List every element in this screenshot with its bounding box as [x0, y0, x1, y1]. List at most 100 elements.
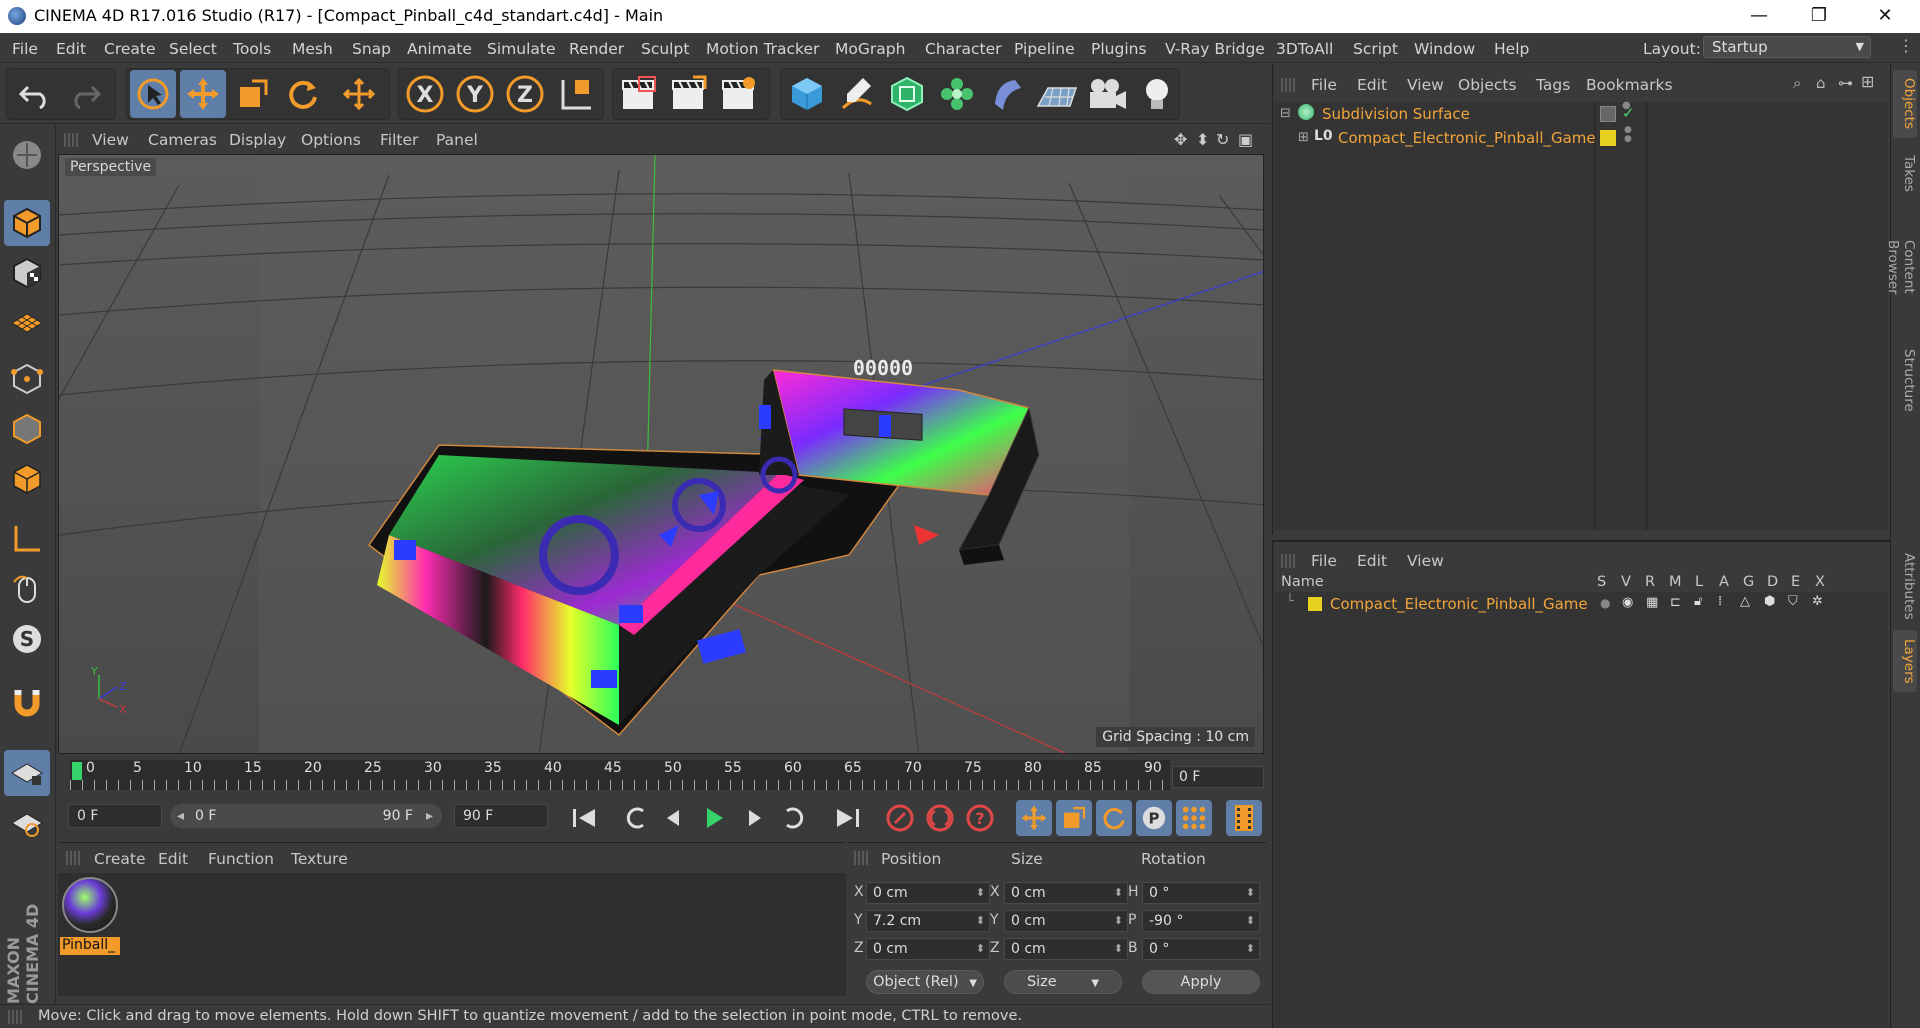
previous-frame-button[interactable]: [656, 800, 692, 836]
material-menu-edit[interactable]: Edit: [158, 850, 188, 868]
tab-structure[interactable]: Structure: [1893, 340, 1917, 420]
layer-column-name[interactable]: Name: [1281, 574, 1324, 590]
layer-column-animation[interactable]: A: [1719, 574, 1729, 590]
menu-mesh[interactable]: Mesh: [292, 40, 333, 58]
viewport-move-icon[interactable]: ✥: [1174, 130, 1187, 149]
menu-tools[interactable]: Tools: [233, 40, 271, 58]
viewport-menu-display[interactable]: Display: [229, 131, 286, 149]
menu-pipeline[interactable]: Pipeline: [1014, 40, 1075, 58]
viewport-maximize-icon[interactable]: ▣: [1238, 130, 1253, 149]
key-scale-button[interactable]: [1056, 800, 1092, 836]
points-mode-button[interactable]: [4, 356, 50, 402]
menu-file[interactable]: File: [12, 40, 38, 58]
viewport-menu-options[interactable]: Options: [301, 131, 361, 149]
current-frame-field[interactable]: 0 F: [1172, 766, 1264, 788]
next-frame-button[interactable]: [736, 800, 772, 836]
menu-edit[interactable]: Edit: [56, 40, 86, 58]
layer-column-deformers[interactable]: D: [1767, 574, 1778, 590]
size-y-field[interactable]: 0 cm: [1004, 910, 1128, 932]
x-axis-button[interactable]: X: [402, 70, 448, 118]
menu-create[interactable]: Create: [104, 40, 156, 58]
pos-x-field[interactable]: 0 cm: [866, 882, 990, 904]
layer-name[interactable]: Compact_Electronic_Pinball_Game: [1330, 595, 1588, 613]
material-item[interactable]: Pinball_: [60, 877, 120, 957]
timeline-window-button[interactable]: [1226, 800, 1262, 836]
layer-column-xref[interactable]: X: [1815, 574, 1825, 590]
make-editable-button[interactable]: [4, 132, 50, 178]
layer-column-generators[interactable]: G: [1743, 574, 1754, 590]
snap-button[interactable]: [4, 680, 50, 726]
lock-icon[interactable]: 🔓︎: [1694, 594, 1702, 609]
menu-snap[interactable]: Snap: [352, 40, 391, 58]
menu-vray-bridge[interactable]: V-Ray Bridge: [1165, 40, 1265, 58]
transform-tool-button[interactable]: [336, 70, 382, 118]
planar-workplane-button[interactable]: [4, 800, 50, 846]
pos-z-field[interactable]: 0 cm: [866, 938, 990, 960]
size-x-field[interactable]: 0 cm: [1004, 882, 1128, 904]
object-row[interactable]: ⊟ Subdivision Surface ✓ ●: [1274, 100, 1888, 126]
scale-tool-button[interactable]: [230, 70, 276, 118]
eye-icon[interactable]: ◉: [1622, 595, 1633, 610]
menu-motion-tracker[interactable]: Motion Tracker: [706, 40, 819, 58]
edges-mode-button[interactable]: [4, 406, 50, 452]
layout-expand-icon[interactable]: ⋮: [1898, 36, 1914, 58]
render-to-picture-viewer-button[interactable]: [666, 70, 712, 118]
menu-sculpt[interactable]: Sculpt: [641, 40, 689, 58]
floor-button[interactable]: [1034, 70, 1080, 118]
objects-menu-objects[interactable]: Objects: [1458, 76, 1517, 94]
undo-button[interactable]: [12, 70, 58, 118]
collapse-icon[interactable]: ⊟: [1280, 106, 1291, 121]
menu-simulate[interactable]: Simulate: [487, 40, 556, 58]
expand-icon[interactable]: ⊞: [1298, 130, 1309, 145]
layer-column-manager[interactable]: M: [1669, 574, 1682, 590]
coordinate-system-button[interactable]: [554, 70, 600, 118]
keyframe-selection-button[interactable]: ?: [962, 800, 998, 836]
home-icon[interactable]: ⌂: [1816, 74, 1826, 92]
minimize-button[interactable]: —: [1736, 0, 1782, 33]
object-name[interactable]: Compact_Electronic_Pinball_Game: [1338, 129, 1596, 147]
layer-column-solo[interactable]: S: [1597, 574, 1606, 590]
layer-row[interactable]: └ Compact_Electronic_Pinball_Game ● ◉ ▦ …: [1274, 594, 1888, 618]
layers-menu-file[interactable]: File: [1311, 552, 1337, 570]
z-axis-button[interactable]: Z: [502, 70, 548, 118]
timeline-ruler[interactable]: 0 5 10 15 20 25 30 35 40 45 50 55 60 65 …: [58, 758, 1266, 792]
animation-icon[interactable]: ⁞: [1718, 594, 1722, 609]
redo-button[interactable]: [62, 70, 108, 118]
render-settings-button[interactable]: [716, 70, 762, 118]
new-panel-icon[interactable]: ⊞: [1861, 72, 1874, 91]
key-parameter-button[interactable]: P: [1136, 800, 1172, 836]
next-key-button[interactable]: [776, 800, 812, 836]
layer-color-swatch[interactable]: [1600, 130, 1616, 146]
objects-menu-view[interactable]: View: [1407, 76, 1444, 94]
rotate-tool-button[interactable]: [280, 70, 326, 118]
layout-dropdown[interactable]: Startup ▼: [1703, 36, 1871, 58]
render-clapper-icon[interactable]: ▦: [1646, 595, 1658, 610]
layer-column-visible[interactable]: V: [1621, 574, 1631, 590]
timeline-playhead[interactable]: [72, 762, 82, 780]
visibility-dot-icon[interactable]: ●: [1622, 100, 1631, 111]
viewport-zoom-icon[interactable]: ⬍: [1196, 130, 1209, 149]
rot-p-field[interactable]: -90 °: [1142, 910, 1260, 932]
menu-select[interactable]: Select: [169, 40, 217, 58]
manager-tree-icon[interactable]: ⊏: [1670, 595, 1681, 610]
workplane-mode-button[interactable]: [4, 300, 50, 346]
pen-spline-button[interactable]: [834, 70, 880, 118]
rot-b-field[interactable]: 0 °: [1142, 938, 1260, 960]
key-point-level-button[interactable]: [1176, 800, 1212, 836]
menu-script[interactable]: Script: [1353, 40, 1398, 58]
menu-character[interactable]: Character: [925, 40, 1002, 58]
object-name[interactable]: Subdivision Surface: [1322, 105, 1470, 123]
visibility-dots-icon[interactable]: ● ●: [1624, 126, 1632, 144]
y-axis-button[interactable]: Y: [452, 70, 498, 118]
deformer-button[interactable]: [984, 70, 1030, 118]
polygons-mode-button[interactable]: [4, 456, 50, 502]
previous-key-button[interactable]: [618, 800, 654, 836]
objects-menu-file[interactable]: File: [1311, 76, 1337, 94]
layer-column-render[interactable]: R: [1645, 574, 1655, 590]
key-rotation-button[interactable]: [1096, 800, 1132, 836]
tab-objects[interactable]: Objects: [1893, 70, 1917, 138]
menu-mograph[interactable]: MoGraph: [835, 40, 905, 58]
size-mode-dropdown[interactable]: Size ▼: [1004, 970, 1122, 994]
subdivision-surface-button[interactable]: [884, 70, 930, 118]
layer-column-locked[interactable]: L: [1695, 574, 1703, 590]
